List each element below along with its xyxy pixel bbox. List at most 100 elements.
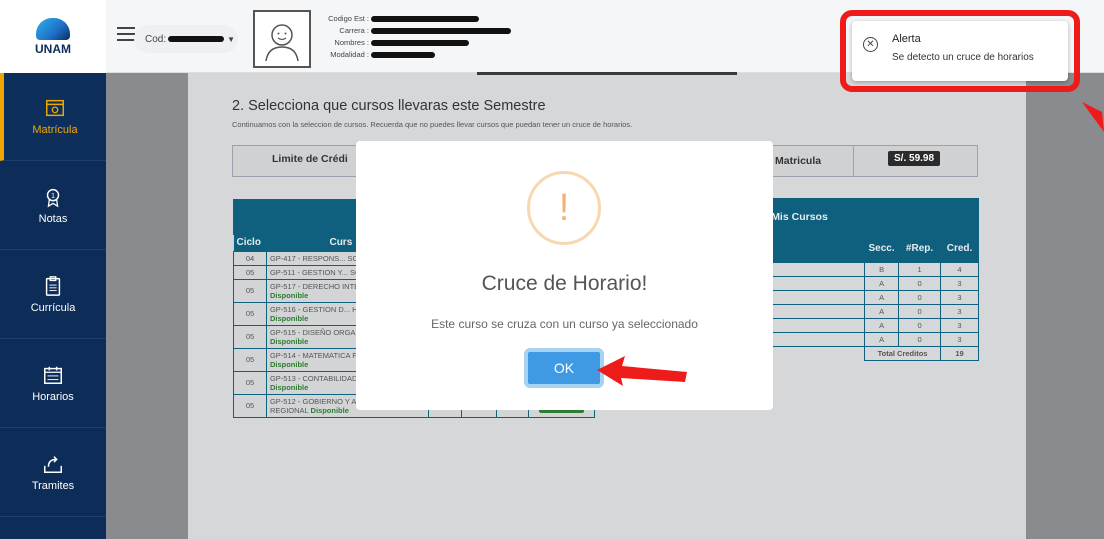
table-cell: 0: [898, 275, 942, 291]
user-placeholder-icon: [265, 24, 299, 61]
ciclo-cell: 05: [245, 309, 255, 318]
cod-label: Cod:: [145, 33, 167, 45]
secc-cell: A: [879, 320, 885, 330]
close-circle-icon[interactable]: ✕: [863, 37, 878, 52]
col-rep: #Rep.: [898, 236, 941, 262]
price-badge: S/. 59.98: [888, 151, 941, 166]
ciclo-cell: 05: [245, 267, 255, 277]
course-code: GP-512: [269, 396, 296, 406]
disponible-label: Disponible: [269, 313, 309, 323]
sidebar-item-label: Currícula: [30, 302, 76, 314]
unam-logo-icon: [36, 17, 70, 40]
table-cell: A: [864, 303, 900, 319]
page-subtitle: Continuamos con la seleccion de cursos. …: [232, 120, 633, 129]
cruce-horario-modal: ! Cruce de Horario! Este curso se cruza …: [356, 141, 773, 410]
table-cell: 1: [898, 261, 942, 277]
avatar: [253, 10, 311, 68]
redacted-value: [371, 40, 469, 46]
sidebar-item-notas[interactable]: 1 Notas: [0, 162, 106, 250]
total-value: 19: [955, 348, 964, 358]
secc-cell: A: [879, 278, 885, 288]
table-cell: A: [864, 275, 900, 291]
course-code: GP-517: [269, 281, 296, 291]
sidebar-item-curricula[interactable]: Currícula: [0, 251, 106, 339]
svg-text:1: 1: [51, 191, 55, 200]
toast-message: Se detecto un cruce de horarios: [892, 52, 1034, 63]
table-cell: 05: [233, 347, 267, 372]
calendar-icon: [42, 364, 64, 386]
disponible-label: Disponible: [310, 405, 349, 415]
col-secc: Secc.: [864, 236, 899, 262]
modalidad-label: Modalidad :: [330, 50, 369, 59]
sidebar-item-horarios[interactable]: Horarios: [0, 340, 106, 428]
matricula-icon: [44, 97, 66, 119]
col-cred: Cred.: [940, 236, 979, 262]
table-cell: Total Creditos: [864, 345, 942, 361]
table-cell: 3: [940, 289, 979, 305]
disponible-label: Disponible: [269, 359, 309, 369]
cod-select[interactable]: Cod: ▼: [134, 25, 238, 53]
cred-cell: 3: [957, 320, 962, 330]
rep-cell: 1: [917, 264, 922, 274]
table-cell: B: [864, 261, 900, 277]
table-cell: 05: [233, 370, 267, 395]
active-step-indicator: [477, 72, 737, 75]
table-cell: 3: [940, 275, 979, 291]
sidebar-item-label: Tramites: [31, 480, 75, 492]
ciclo-cell: 05: [245, 355, 255, 364]
table-cell: 4: [940, 261, 979, 277]
student-info: Codigo Est : Carrera : Nombres : Modalid…: [319, 13, 511, 61]
matricula-label: Matricula: [775, 155, 822, 167]
export-tray-icon: [42, 453, 64, 475]
hamburger-menu-icon[interactable]: [117, 27, 135, 41]
secc-cell: A: [879, 306, 885, 316]
col-ciclo: Ciclo: [233, 235, 267, 251]
ciclo-cell: 05: [245, 286, 255, 295]
nombres-label: Nombres :: [334, 38, 369, 47]
course-code: GP-511: [269, 267, 296, 277]
unam-logo[interactable]: UNAM: [0, 0, 106, 73]
table-cell: 05: [233, 301, 267, 326]
cred-cell: 3: [957, 306, 962, 316]
redacted-value: [371, 16, 479, 22]
cred-cell: 3: [957, 334, 962, 344]
ciclo-cell: 05: [245, 332, 255, 341]
rep-cell: 0: [917, 320, 922, 330]
page-title: 2. Selecciona que cursos llevaras este S…: [232, 98, 546, 114]
course-code: GP-516: [269, 304, 296, 314]
warning-icon: !: [527, 171, 601, 245]
sidebar-item-matricula[interactable]: Matrícula: [0, 73, 106, 161]
sidebar-item-label: Horarios: [32, 391, 74, 403]
table-cell: A: [864, 289, 900, 305]
alert-toast[interactable]: ✕ Alerta Se detecto un cruce de horarios: [852, 21, 1068, 81]
table-cell: A: [864, 331, 900, 347]
cred-cell: 3: [957, 292, 962, 302]
table-cell: 05: [233, 393, 267, 418]
ciclo-cell: 05: [245, 378, 255, 387]
redacted-value: [371, 28, 511, 34]
sidebar-item-label: Matrícula: [32, 124, 78, 136]
toast-title: Alerta: [892, 33, 921, 45]
rep-cell: 0: [917, 334, 922, 344]
table-cell: 05: [233, 324, 267, 349]
table-cell: 3: [940, 303, 979, 319]
disponible-label: Disponible: [269, 382, 309, 392]
sidebar-item-tramites[interactable]: Tramites: [0, 429, 106, 517]
sidebar: UNAM Matrícula 1 Notas Currícula Horario…: [0, 0, 106, 539]
caret-down-icon: ▼: [227, 34, 236, 44]
red-arrow-annotation: [1082, 102, 1104, 132]
disponible-label: Disponible: [269, 290, 309, 300]
course-code: GP-417: [269, 253, 296, 263]
limit-label: Limite de Crédi: [272, 153, 348, 165]
modal-title: Cruce de Horario!: [481, 272, 648, 295]
carrera-label: Carrera :: [339, 26, 369, 35]
table-cell: 05: [233, 278, 267, 303]
secc-cell: A: [879, 292, 885, 302]
table-cell: 0: [898, 289, 942, 305]
rep-cell: 0: [917, 306, 922, 316]
modal-message: Este curso se cruza con un curso ya sele…: [431, 317, 698, 331]
total-label: Total Creditos: [877, 348, 928, 358]
notas-medal-icon: 1: [42, 186, 64, 208]
table-cell: 04: [233, 250, 267, 266]
ok-button[interactable]: OK: [524, 348, 604, 388]
